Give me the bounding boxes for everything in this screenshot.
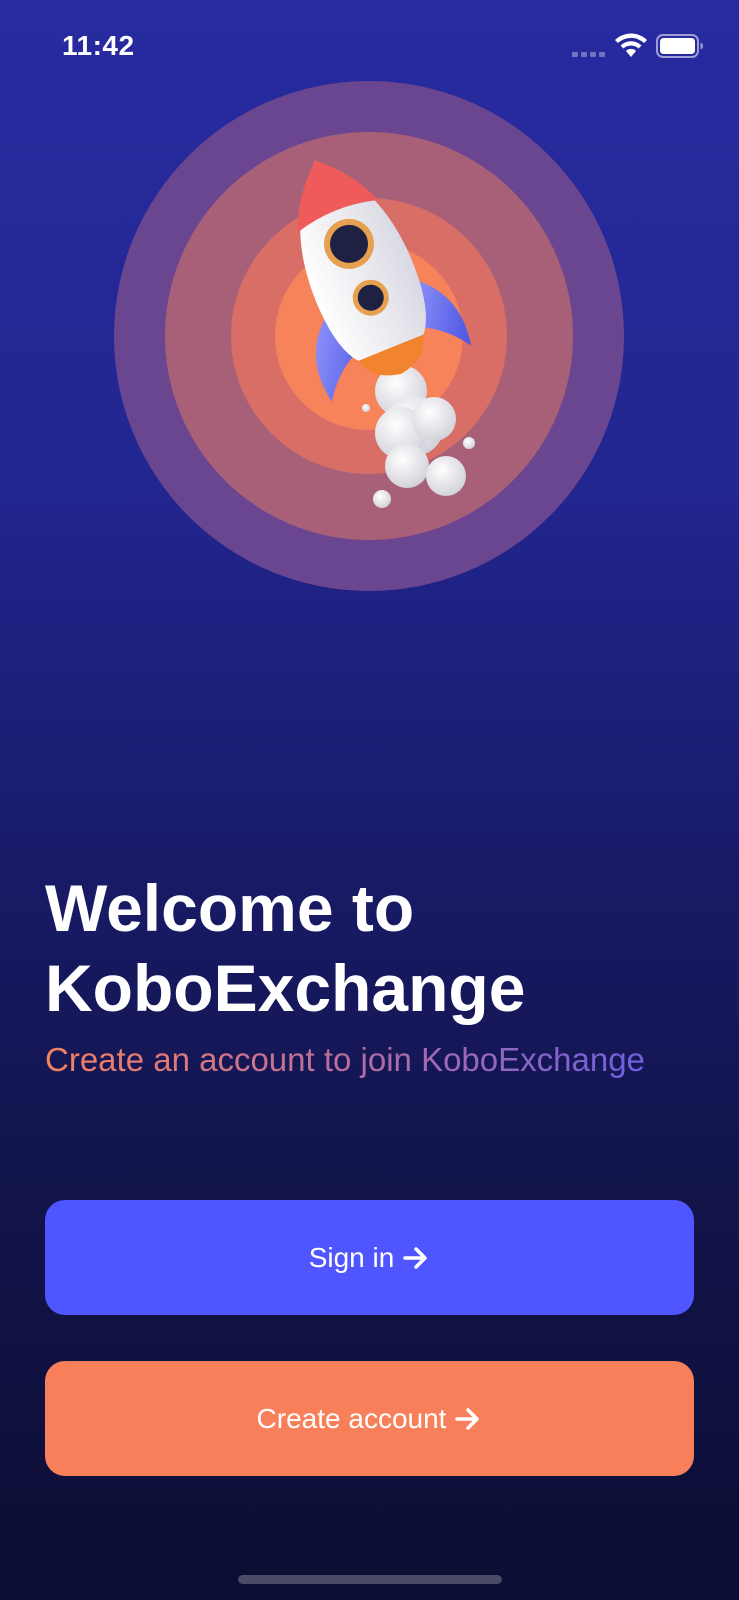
battery-icon [656,34,703,58]
status-time: 11:42 [62,30,135,61]
wifi-icon [615,33,647,57]
sign-in-button[interactable]: Sign in [45,1200,694,1315]
create-account-button[interactable]: Create account [45,1361,694,1476]
arrow-right-icon [455,1407,480,1430]
create-account-label: Create account [256,1402,447,1434]
arrow-right-icon [403,1246,428,1269]
welcome-subtitle: Create an account to join KoboExchange [45,1040,725,1080]
welcome-title-line2: KoboExchange [45,951,526,1025]
sign-in-label: Sign in [308,1241,395,1273]
home-indicator[interactable] [238,1575,502,1584]
welcome-title: Welcome to KoboExchange [45,868,695,1028]
cellular-signal-icon [572,52,605,57]
rocket-illustration [114,81,624,591]
welcome-title-line1: Welcome to [45,871,415,945]
